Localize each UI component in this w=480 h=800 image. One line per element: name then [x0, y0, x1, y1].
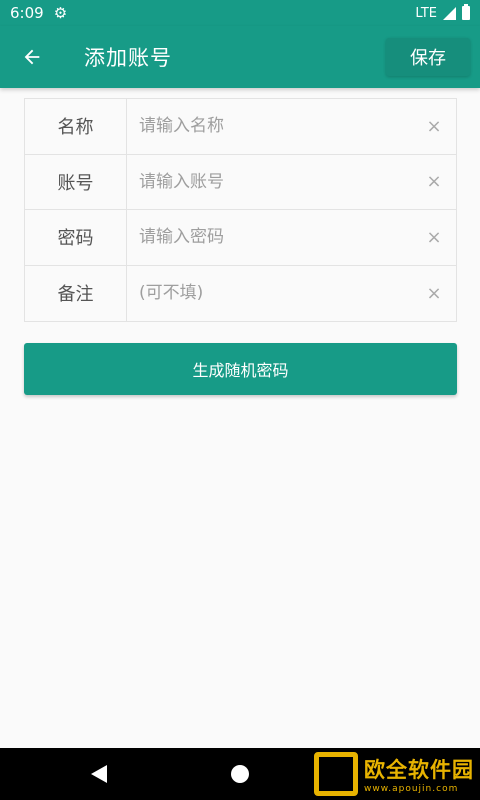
account-label: 账号: [25, 154, 127, 209]
clear-note-icon[interactable]: ×: [424, 283, 444, 304]
name-label: 名称: [25, 99, 127, 154]
account-form: 名称 × 账号 × 密码 × 备注 ×: [24, 98, 457, 322]
name-input[interactable]: [139, 116, 424, 137]
arrow-left-icon: [24, 49, 40, 65]
watermark-url: www.apoujin.com: [364, 784, 459, 794]
clear-name-icon[interactable]: ×: [424, 116, 444, 137]
clear-password-icon[interactable]: ×: [424, 227, 444, 248]
password-input[interactable]: [139, 227, 424, 248]
note-field-wrapper: ×: [127, 266, 456, 322]
status-bar: 6:09 ⚙ LTE: [0, 0, 480, 26]
form-row-account: 账号 ×: [25, 154, 456, 210]
nav-home-icon[interactable]: [231, 765, 249, 783]
app-bar: 添加账号 保存: [0, 26, 480, 88]
page-title: 添加账号: [84, 46, 172, 70]
watermark: 欧全软件园 www.apoujin.com: [314, 750, 474, 798]
status-time: 6:09: [10, 4, 44, 22]
watermark-text: 欧全软件园 www.apoujin.com: [364, 754, 474, 794]
clear-account-icon[interactable]: ×: [424, 171, 444, 192]
account-field-wrapper: ×: [127, 155, 456, 210]
generate-password-button[interactable]: 生成随机密码: [24, 343, 457, 395]
signal-icon: [443, 6, 456, 20]
save-button[interactable]: 保存: [386, 38, 470, 76]
watermark-logo: [314, 752, 358, 796]
note-input[interactable]: [139, 283, 424, 304]
form-row-note: 备注 ×: [25, 265, 456, 322]
nav-back-icon[interactable]: [91, 765, 107, 783]
status-right-group: LTE: [415, 4, 470, 21]
system-nav-bar: 欧全软件园 www.apoujin.com: [0, 748, 480, 800]
watermark-name: 欧全软件园: [364, 758, 474, 782]
gear-icon: ⚙: [53, 4, 68, 22]
network-label: LTE: [415, 5, 437, 21]
form-row-password: 密码 ×: [25, 210, 456, 266]
name-field-wrapper: ×: [127, 99, 456, 154]
back-button[interactable]: [0, 26, 64, 88]
account-input[interactable]: [139, 171, 424, 192]
form-row-name: 名称 ×: [25, 99, 456, 155]
note-label: 备注: [25, 265, 127, 321]
password-field-wrapper: ×: [127, 210, 456, 265]
password-label: 密码: [25, 210, 127, 265]
battery-icon: [462, 4, 470, 20]
